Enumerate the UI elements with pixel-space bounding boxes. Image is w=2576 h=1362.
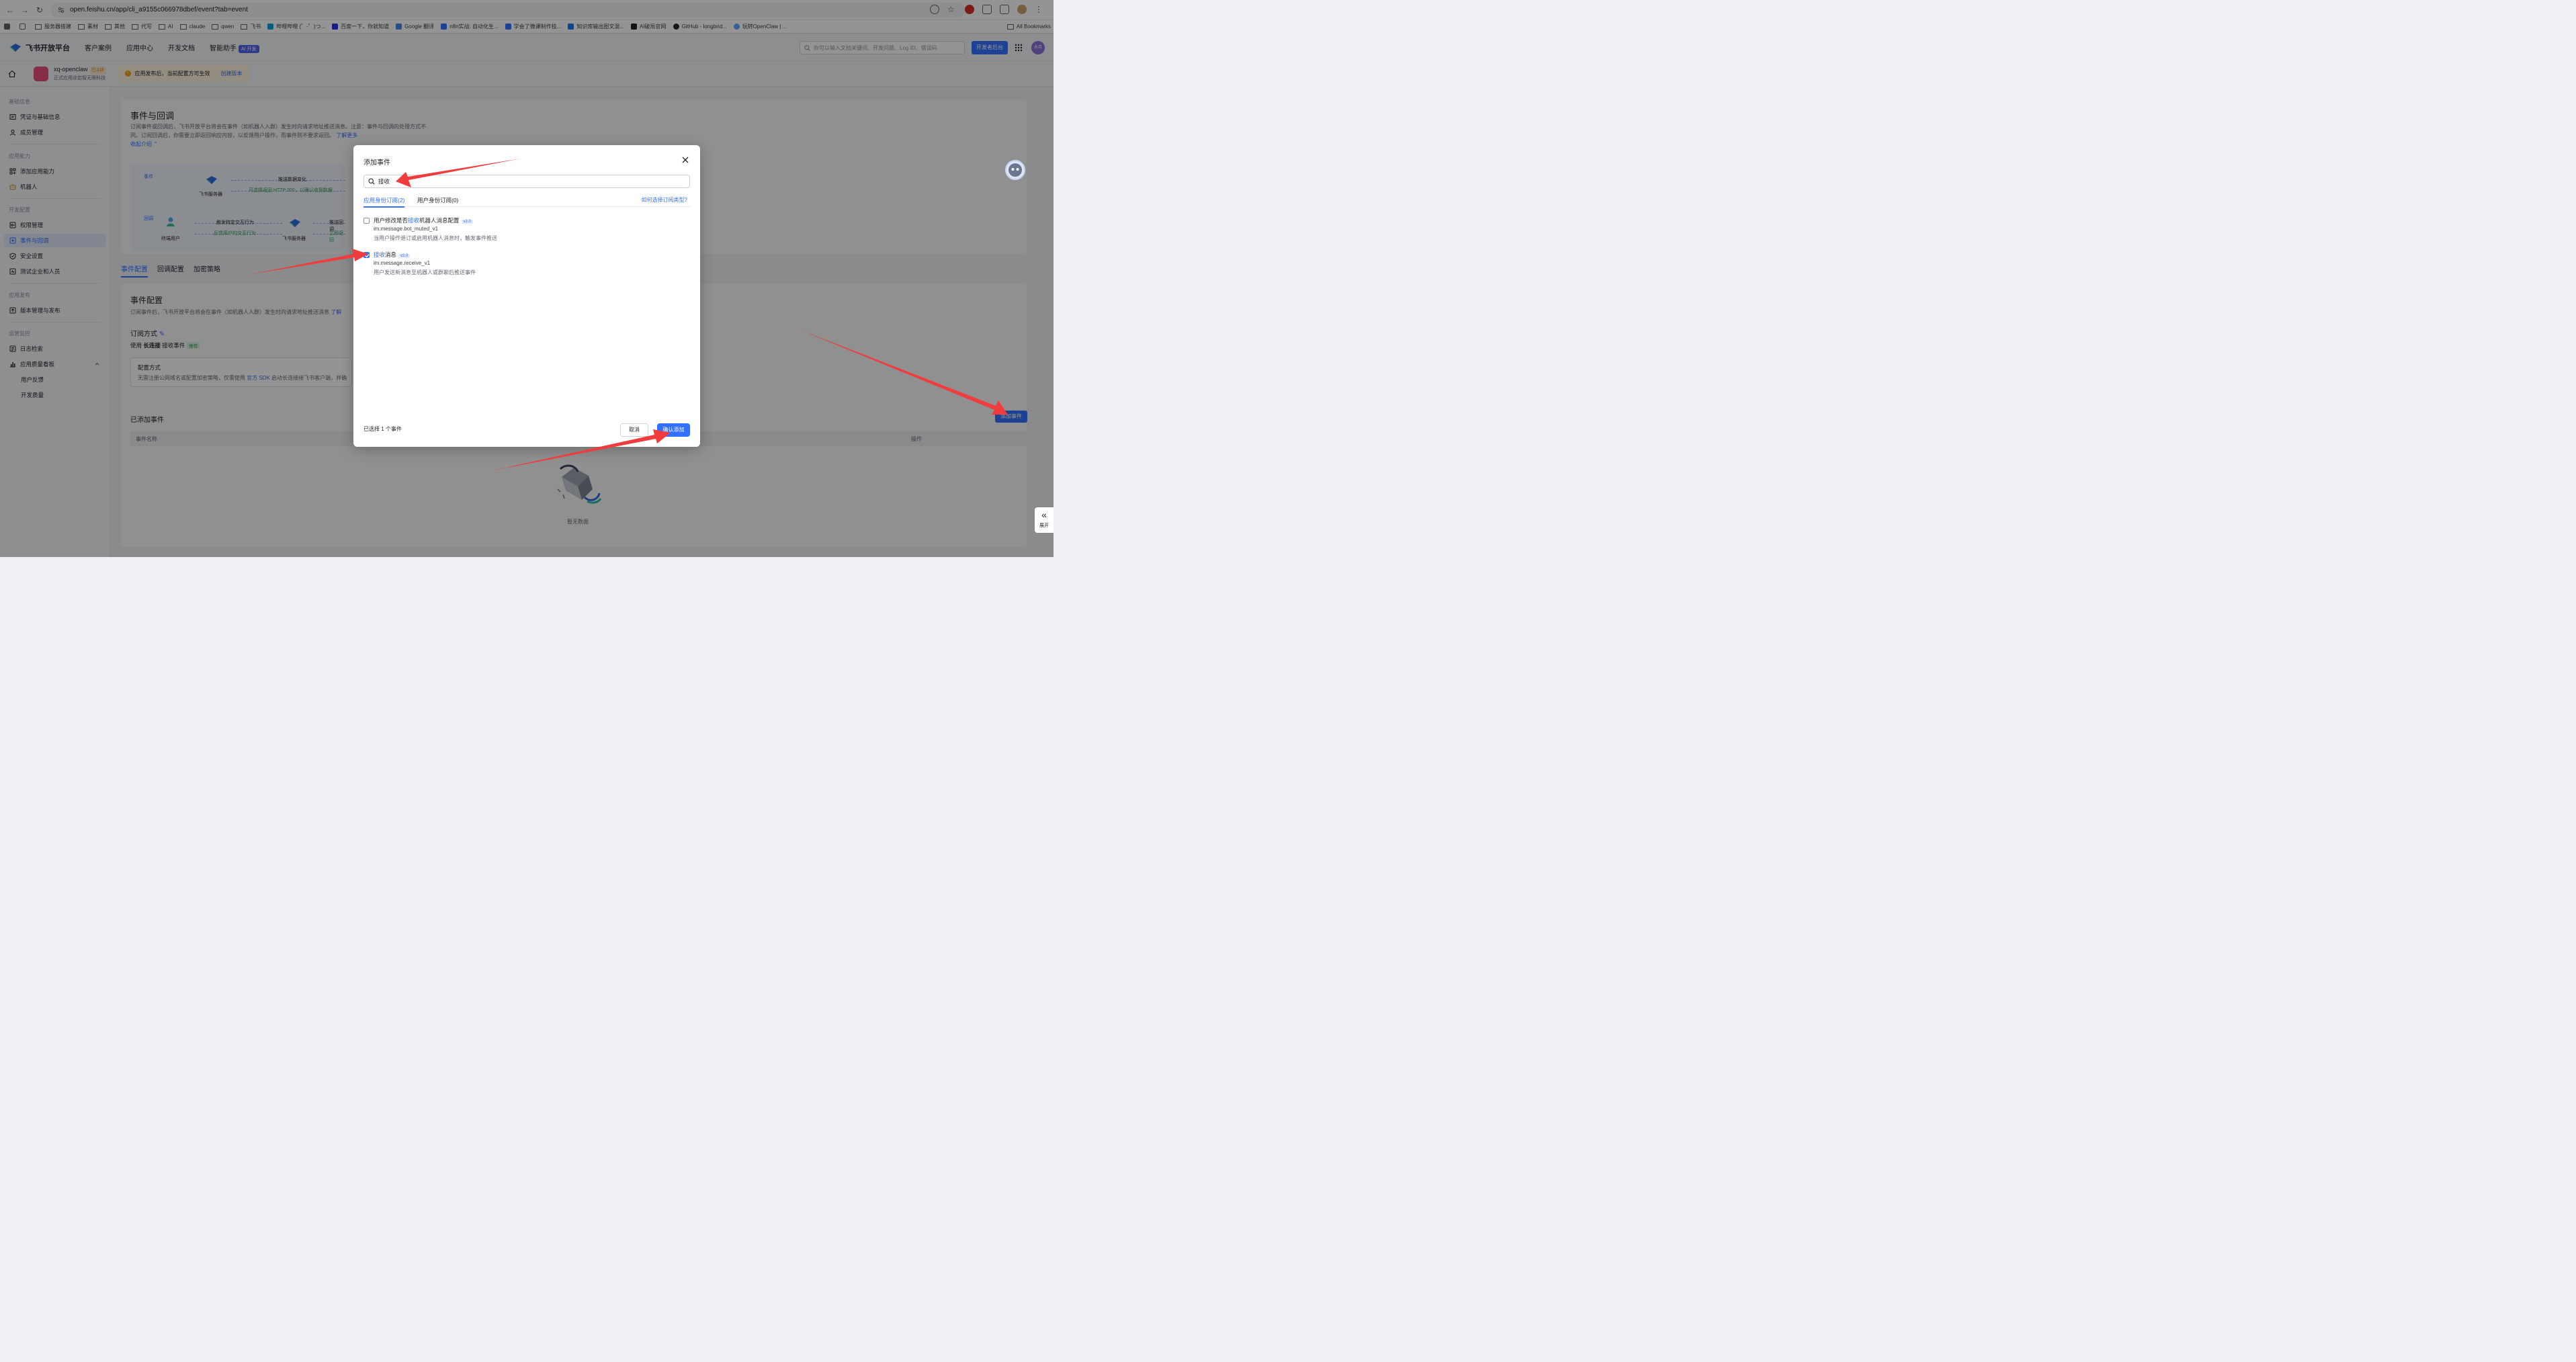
event-code: im.message.bot_muted_v1	[374, 226, 439, 232]
close-icon[interactable]	[681, 156, 689, 164]
event-desc: 当用户操作退订或启用机器人消息时，触发事件推送	[374, 235, 497, 241]
expand-panel-button[interactable]: « 展开	[1035, 507, 1054, 533]
event-search-field[interactable]	[363, 175, 690, 188]
cancel-button[interactable]: 取消	[620, 423, 648, 437]
event-checkbox[interactable]	[363, 218, 370, 224]
event-desc: 用户发送新消息至机器人或群聊后推送事件	[374, 269, 476, 275]
double-chevron-left-icon: «	[1041, 509, 1047, 520]
version-badge: v2.0	[398, 254, 411, 258]
confirm-add-button[interactable]: 确认添加	[657, 423, 690, 437]
event-code: im.message.receive_v1	[374, 260, 431, 266]
version-badge: v2.0	[461, 220, 473, 224]
event-checkbox-checked[interactable]	[363, 252, 370, 258]
event-search-input[interactable]	[378, 178, 674, 185]
add-event-dialog: 添加事件 应用身份订阅(2) 用户身份订阅(0) 如何选择订阅类型? 用户修改是…	[353, 145, 700, 447]
assistant-float-icon[interactable]	[1005, 160, 1025, 180]
event-title: 用户修改是否接收机器人消息配置 v2.0	[374, 216, 473, 224]
bot-face-icon	[1008, 163, 1022, 177]
check-icon	[365, 254, 370, 258]
subscription-tabs: 应用身份订阅(2) 用户身份订阅(0) 如何选择订阅类型?	[363, 195, 690, 208]
search-icon	[368, 178, 375, 185]
selected-count: 已选择 1 个事件	[363, 426, 402, 432]
dialog-title: 添加事件	[363, 159, 390, 167]
tab-app-identity[interactable]: 应用身份订阅(2)	[363, 196, 405, 208]
event-title: 接收消息 v2.0	[374, 251, 411, 259]
subscription-type-help-link[interactable]: 如何选择订阅类型?	[642, 196, 687, 204]
tab-user-identity[interactable]: 用户身份订阅(0)	[417, 196, 458, 204]
